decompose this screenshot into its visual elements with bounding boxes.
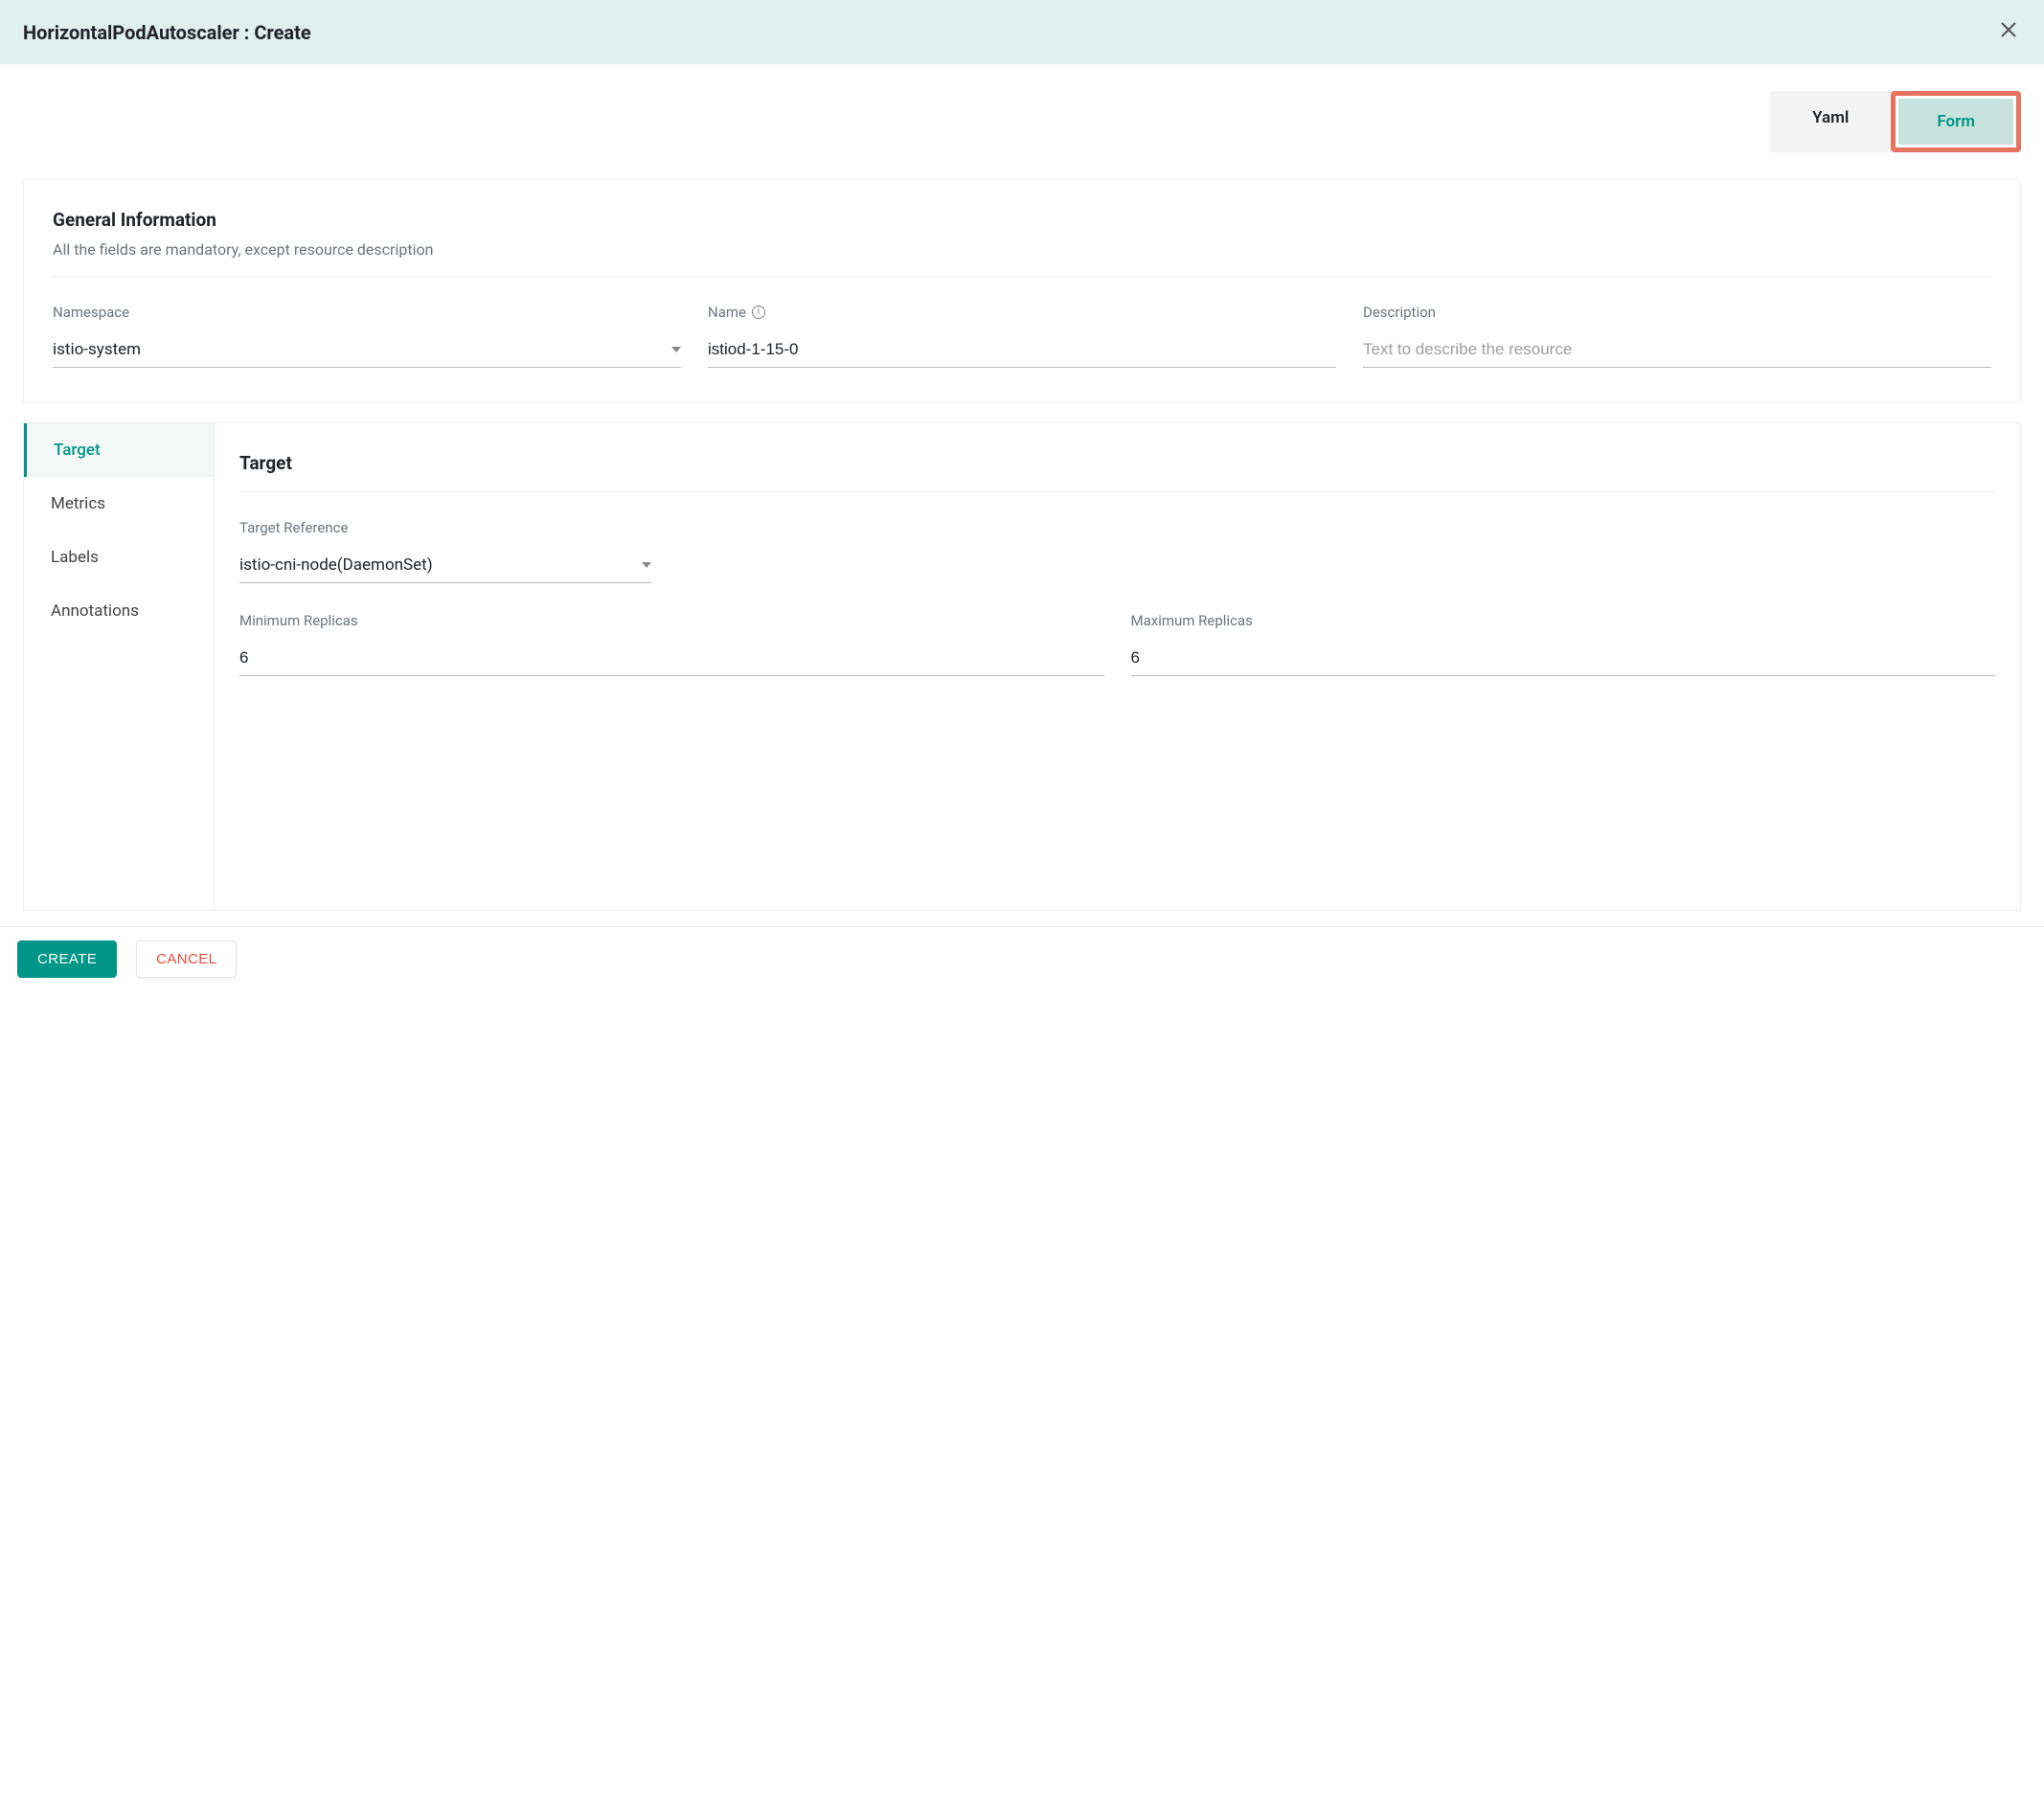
view-mode-tabs: Yaml Form	[0, 64, 2044, 152]
sidenav: Target Metrics Labels Annotations	[23, 423, 215, 910]
section-description: All the fields are mandatory, except res…	[53, 240, 1991, 259]
section-title: General Information	[53, 209, 1991, 231]
chevron-down-icon	[671, 347, 681, 352]
description-label: Description	[1363, 304, 1991, 321]
cancel-button[interactable]: CANCEL	[136, 940, 237, 978]
tab-form[interactable]: Form	[1898, 99, 2013, 145]
sidenav-item-target[interactable]: Target	[24, 423, 214, 477]
name-field: Name i	[708, 304, 1336, 368]
max-replicas-label: Maximum Replicas	[1131, 612, 1996, 629]
min-replicas-field: Minimum Replicas	[239, 612, 1104, 676]
name-input[interactable]	[708, 332, 1336, 368]
divider	[53, 276, 1991, 277]
target-panel: Target Target Reference istio-cni-node(D…	[215, 423, 2020, 910]
target-reference-field: Target Reference istio-cni-node(DaemonSe…	[239, 519, 651, 583]
close-icon	[2000, 21, 2017, 38]
namespace-field: Namespace istio-system	[53, 304, 681, 368]
target-reference-select[interactable]: istio-cni-node(DaemonSet)	[239, 548, 651, 583]
namespace-select[interactable]: istio-system	[53, 332, 681, 368]
panel-title: Target	[239, 452, 1995, 492]
chevron-down-icon	[642, 562, 651, 568]
description-field: Description	[1363, 304, 1991, 368]
max-replicas-input[interactable]	[1131, 641, 1996, 676]
content-area: Target Metrics Labels Annotations Target…	[23, 422, 2021, 911]
target-reference-value: istio-cni-node(DaemonSet)	[239, 555, 433, 575]
name-label: Name i	[708, 304, 1336, 321]
sidenav-item-metrics[interactable]: Metrics	[24, 477, 214, 531]
create-button[interactable]: CREATE	[17, 940, 117, 978]
namespace-label: Namespace	[53, 304, 681, 321]
general-information-card: General Information All the fields are m…	[23, 179, 2021, 403]
footer: CREATE CANCEL	[0, 926, 2044, 991]
sidenav-item-labels[interactable]: Labels	[24, 531, 214, 584]
min-replicas-input[interactable]	[239, 641, 1104, 676]
name-label-text: Name	[708, 304, 746, 321]
max-replicas-field: Maximum Replicas	[1131, 612, 1996, 676]
sidenav-item-annotations[interactable]: Annotations	[24, 584, 214, 638]
target-reference-label: Target Reference	[239, 519, 651, 536]
page-title: HorizontalPodAutoscaler : Create	[23, 21, 311, 44]
description-input[interactable]	[1363, 332, 1991, 368]
tab-yaml[interactable]: Yaml	[1770, 91, 1891, 152]
namespace-value: istio-system	[53, 340, 141, 359]
close-button[interactable]	[1996, 17, 2021, 47]
tab-form-highlight: Form	[1891, 91, 2021, 152]
dialog-header: HorizontalPodAutoscaler : Create	[0, 0, 2044, 64]
info-icon[interactable]: i	[752, 306, 765, 319]
min-replicas-label: Minimum Replicas	[239, 612, 1104, 629]
